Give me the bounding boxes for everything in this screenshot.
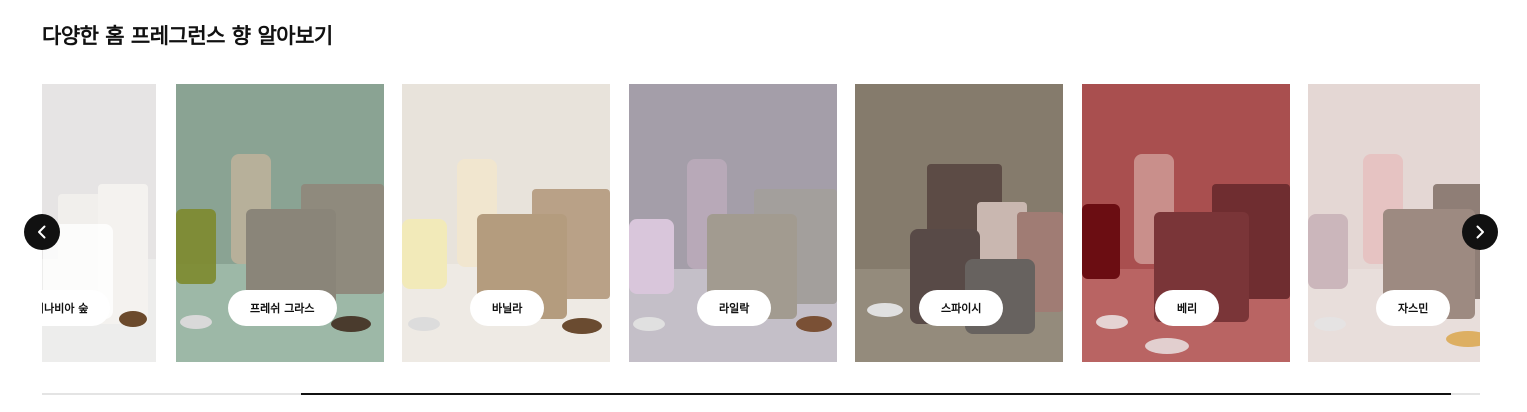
carousel-next-button[interactable] xyxy=(1462,214,1498,250)
fragrance-label: 베리 xyxy=(1155,290,1220,326)
fragrance-label: 자스민 xyxy=(1376,290,1451,326)
section-title: 다양한 홈 프레그런스 향 알아보기 xyxy=(42,24,333,48)
fragrance-carousel[interactable]: 니나비아 숲 프레쉬 그라스 바닐라 xyxy=(42,84,1480,362)
fragrance-card-vanilla[interactable]: 바닐라 xyxy=(402,84,610,362)
carousel-scrollbar-track[interactable] xyxy=(42,393,1480,395)
chevron-left-icon xyxy=(38,225,46,239)
fragrance-label: 라일락 xyxy=(697,290,772,326)
fragrance-card-fresh-grass[interactable]: 프레쉬 그라스 xyxy=(176,84,384,362)
carousel-scrollbar-thumb[interactable] xyxy=(301,393,1451,395)
fragrance-label: 스파이시 xyxy=(919,290,1004,326)
fragrance-label: 니나비아 숲 xyxy=(42,290,111,326)
fragrance-label: 프레쉬 그라스 xyxy=(228,290,337,326)
fragrance-card-berry[interactable]: 베리 xyxy=(1082,84,1290,362)
fragrance-card-jasmine[interactable]: 자스민 xyxy=(1308,84,1480,362)
fragrance-label: 바닐라 xyxy=(470,290,545,326)
fragrance-card-nina-forest[interactable]: 니나비아 숲 xyxy=(42,84,156,362)
carousel-prev-button[interactable] xyxy=(24,214,60,250)
fragrance-card-spicy[interactable]: 스파이시 xyxy=(855,84,1063,362)
chevron-right-icon xyxy=(1476,225,1484,239)
fragrance-card-lilac[interactable]: 라일락 xyxy=(629,84,837,362)
